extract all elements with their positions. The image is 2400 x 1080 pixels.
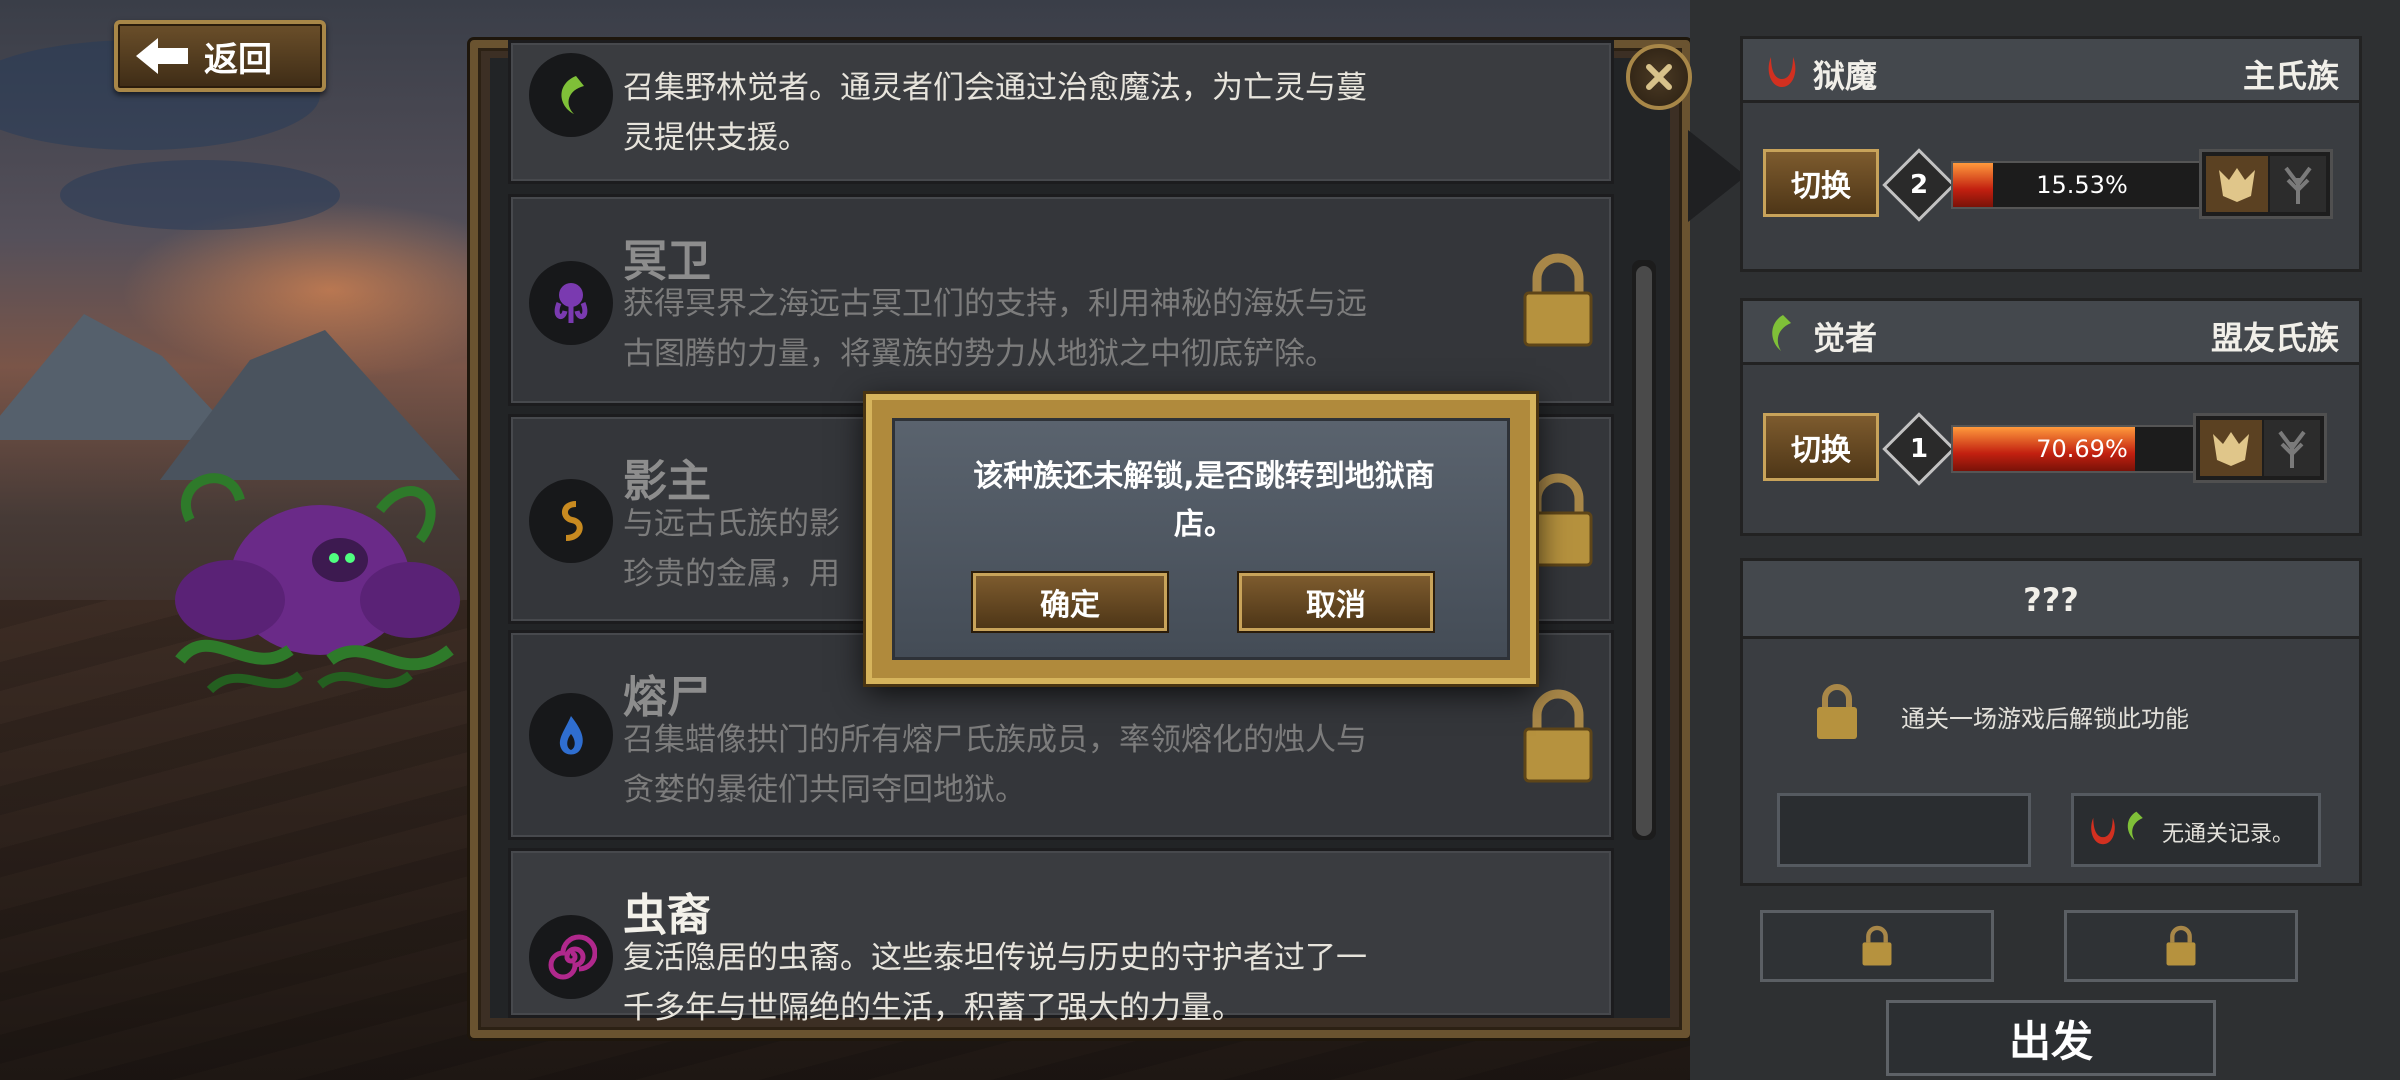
clan-card-awakened[interactable]: 召集野林觉者。通灵者们会通过治愈魔法，为亡灵与蔓 灵提供支援。 (508, 40, 1614, 184)
vine-icon (529, 53, 613, 137)
close-icon (1646, 64, 1672, 90)
clan-desc: 千多年与世隔绝的生活，积蓄了强大的力量。 (623, 990, 1243, 1026)
selection-pointer (1688, 130, 1746, 222)
clan-desc: 召集野林觉者。通灵者们会通过治愈魔法，为亡灵与蔓 (623, 70, 1367, 106)
clan-desc: 贪婪的暴徒们共同夺回地狱。 (623, 772, 1026, 808)
padlock-icon (1523, 253, 1593, 347)
flame-icon (529, 693, 613, 777)
clan-card-hadal[interactable]: 冥卫 获得冥界之海远古冥卫们的支持，利用神秘的海妖与远 古图腾的力量，将翼族的势… (508, 194, 1614, 406)
padlock-icon (2166, 925, 2196, 966)
clan-card-insect[interactable]: 虫裔 复活隐居的虫裔。这些泰坦传说与历史的守护者过了一 千多年与世隔绝的生活，积… (508, 848, 1614, 1026)
octopus-icon (529, 261, 613, 345)
vine-icon (2127, 811, 2143, 841)
padlock-icon (1523, 689, 1593, 783)
no-record-text: 无通关记录。 (2162, 822, 2295, 847)
main-clan-name: 狱魔 (1813, 57, 1878, 95)
padlock-icon (1862, 925, 1892, 966)
back-button[interactable]: 返回 (114, 20, 326, 92)
clan-desc: 获得冥界之海远古冥卫们的支持，利用神秘的海妖与远 (623, 286, 1367, 322)
serpent-icon (529, 479, 613, 563)
third-box-header: ??? (1743, 561, 2359, 639)
depart-button[interactable]: 出发 (1886, 1000, 2216, 1076)
dialog-message-line: 该种族还未解锁,是否跳转到地狱商 (973, 459, 1435, 494)
mode-toggle[interactable] (2199, 149, 2333, 219)
ally-clan-progress-text: 70.69% (2036, 435, 2128, 463)
ally-clan-header: 觉者 盟友氏族 (1743, 301, 2359, 365)
dialog-body: 该种族还未解锁,是否跳转到地狱商 店。 确定 取消 (892, 418, 1510, 660)
vine-icon (1772, 315, 1791, 351)
tree-icon[interactable] (2270, 156, 2326, 212)
demon-horns-icon (1768, 57, 1796, 87)
main-clan-progress-bar: 15.53% (1951, 161, 2213, 209)
spiral-icon (529, 915, 613, 999)
switch-main-clan-button[interactable]: 切换 (1763, 149, 1879, 217)
padlock-icon (1817, 684, 1857, 739)
switch-ally-clan-button[interactable]: 切换 (1763, 413, 1879, 481)
close-button[interactable] (1626, 44, 1692, 110)
record-slot: 无通关记录。 (2071, 793, 2321, 867)
unlock-hint: 通关一场游戏后解锁此功能 (1901, 705, 2189, 733)
clan-desc: 古图腾的力量，将翼族的势力从地狱之中彻底铲除。 (623, 336, 1336, 372)
scrollbar-thumb[interactable] (1636, 266, 1652, 836)
clan-desc: 召集蜡像拱门的所有熔尸氏族成员，率领熔化的烛人与 (623, 722, 1367, 758)
main-clan-progress-text: 15.53% (2036, 171, 2128, 199)
clan-desc: 复活隐居的虫裔。这些泰坦传说与历史的守护者过了一 (623, 940, 1367, 976)
main-clan-box: 狱魔 主氏族 切换 2 15.53% (1740, 36, 2362, 272)
cloud (60, 160, 340, 230)
dialog-message-line: 店。 (1174, 507, 1234, 542)
ally-clan-level: 1 (1909, 434, 1929, 464)
locked-slot-button[interactable] (1760, 910, 1994, 982)
cancel-button[interactable]: 取消 (1239, 573, 1433, 631)
third-box-title: ??? (2023, 581, 2079, 619)
mode-toggle[interactable] (2193, 413, 2327, 483)
back-label: 返回 (204, 39, 272, 80)
empty-slot (1777, 793, 2031, 867)
main-clan-header: 狱魔 主氏族 (1743, 39, 2359, 103)
third-clan-box: ??? 通关一场游戏后解锁此功能 无通关记录。 (1740, 558, 2362, 886)
demon-face-icon[interactable] (2206, 156, 2268, 212)
clan-desc: 灵提供支援。 (623, 120, 809, 156)
demon-horns-icon (2091, 817, 2115, 845)
arrow-left-icon (136, 38, 188, 74)
locked-slot-button[interactable] (2064, 910, 2298, 982)
golem-creature (175, 473, 460, 694)
ally-clan-role: 盟友氏族 (2210, 319, 2339, 357)
main-clan-role: 主氏族 (2242, 57, 2339, 95)
tree-icon[interactable] (2264, 420, 2320, 476)
confirm-button[interactable]: 确定 (973, 573, 1167, 631)
demon-face-icon[interactable] (2200, 420, 2262, 476)
ally-clan-progress-bar: 70.69% (1951, 425, 2213, 473)
unlock-dialog: 该种族还未解锁,是否跳转到地狱商 店。 确定 取消 (866, 394, 1536, 684)
main-clan-level: 2 (1909, 170, 1929, 200)
ally-clan-name: 觉者 (1813, 319, 1878, 357)
ally-clan-box: 觉者 盟友氏族 切换 1 70.69% (1740, 298, 2362, 536)
dialog-message: 该种族还未解锁,是否跳转到地狱商 店。 (895, 453, 1513, 549)
